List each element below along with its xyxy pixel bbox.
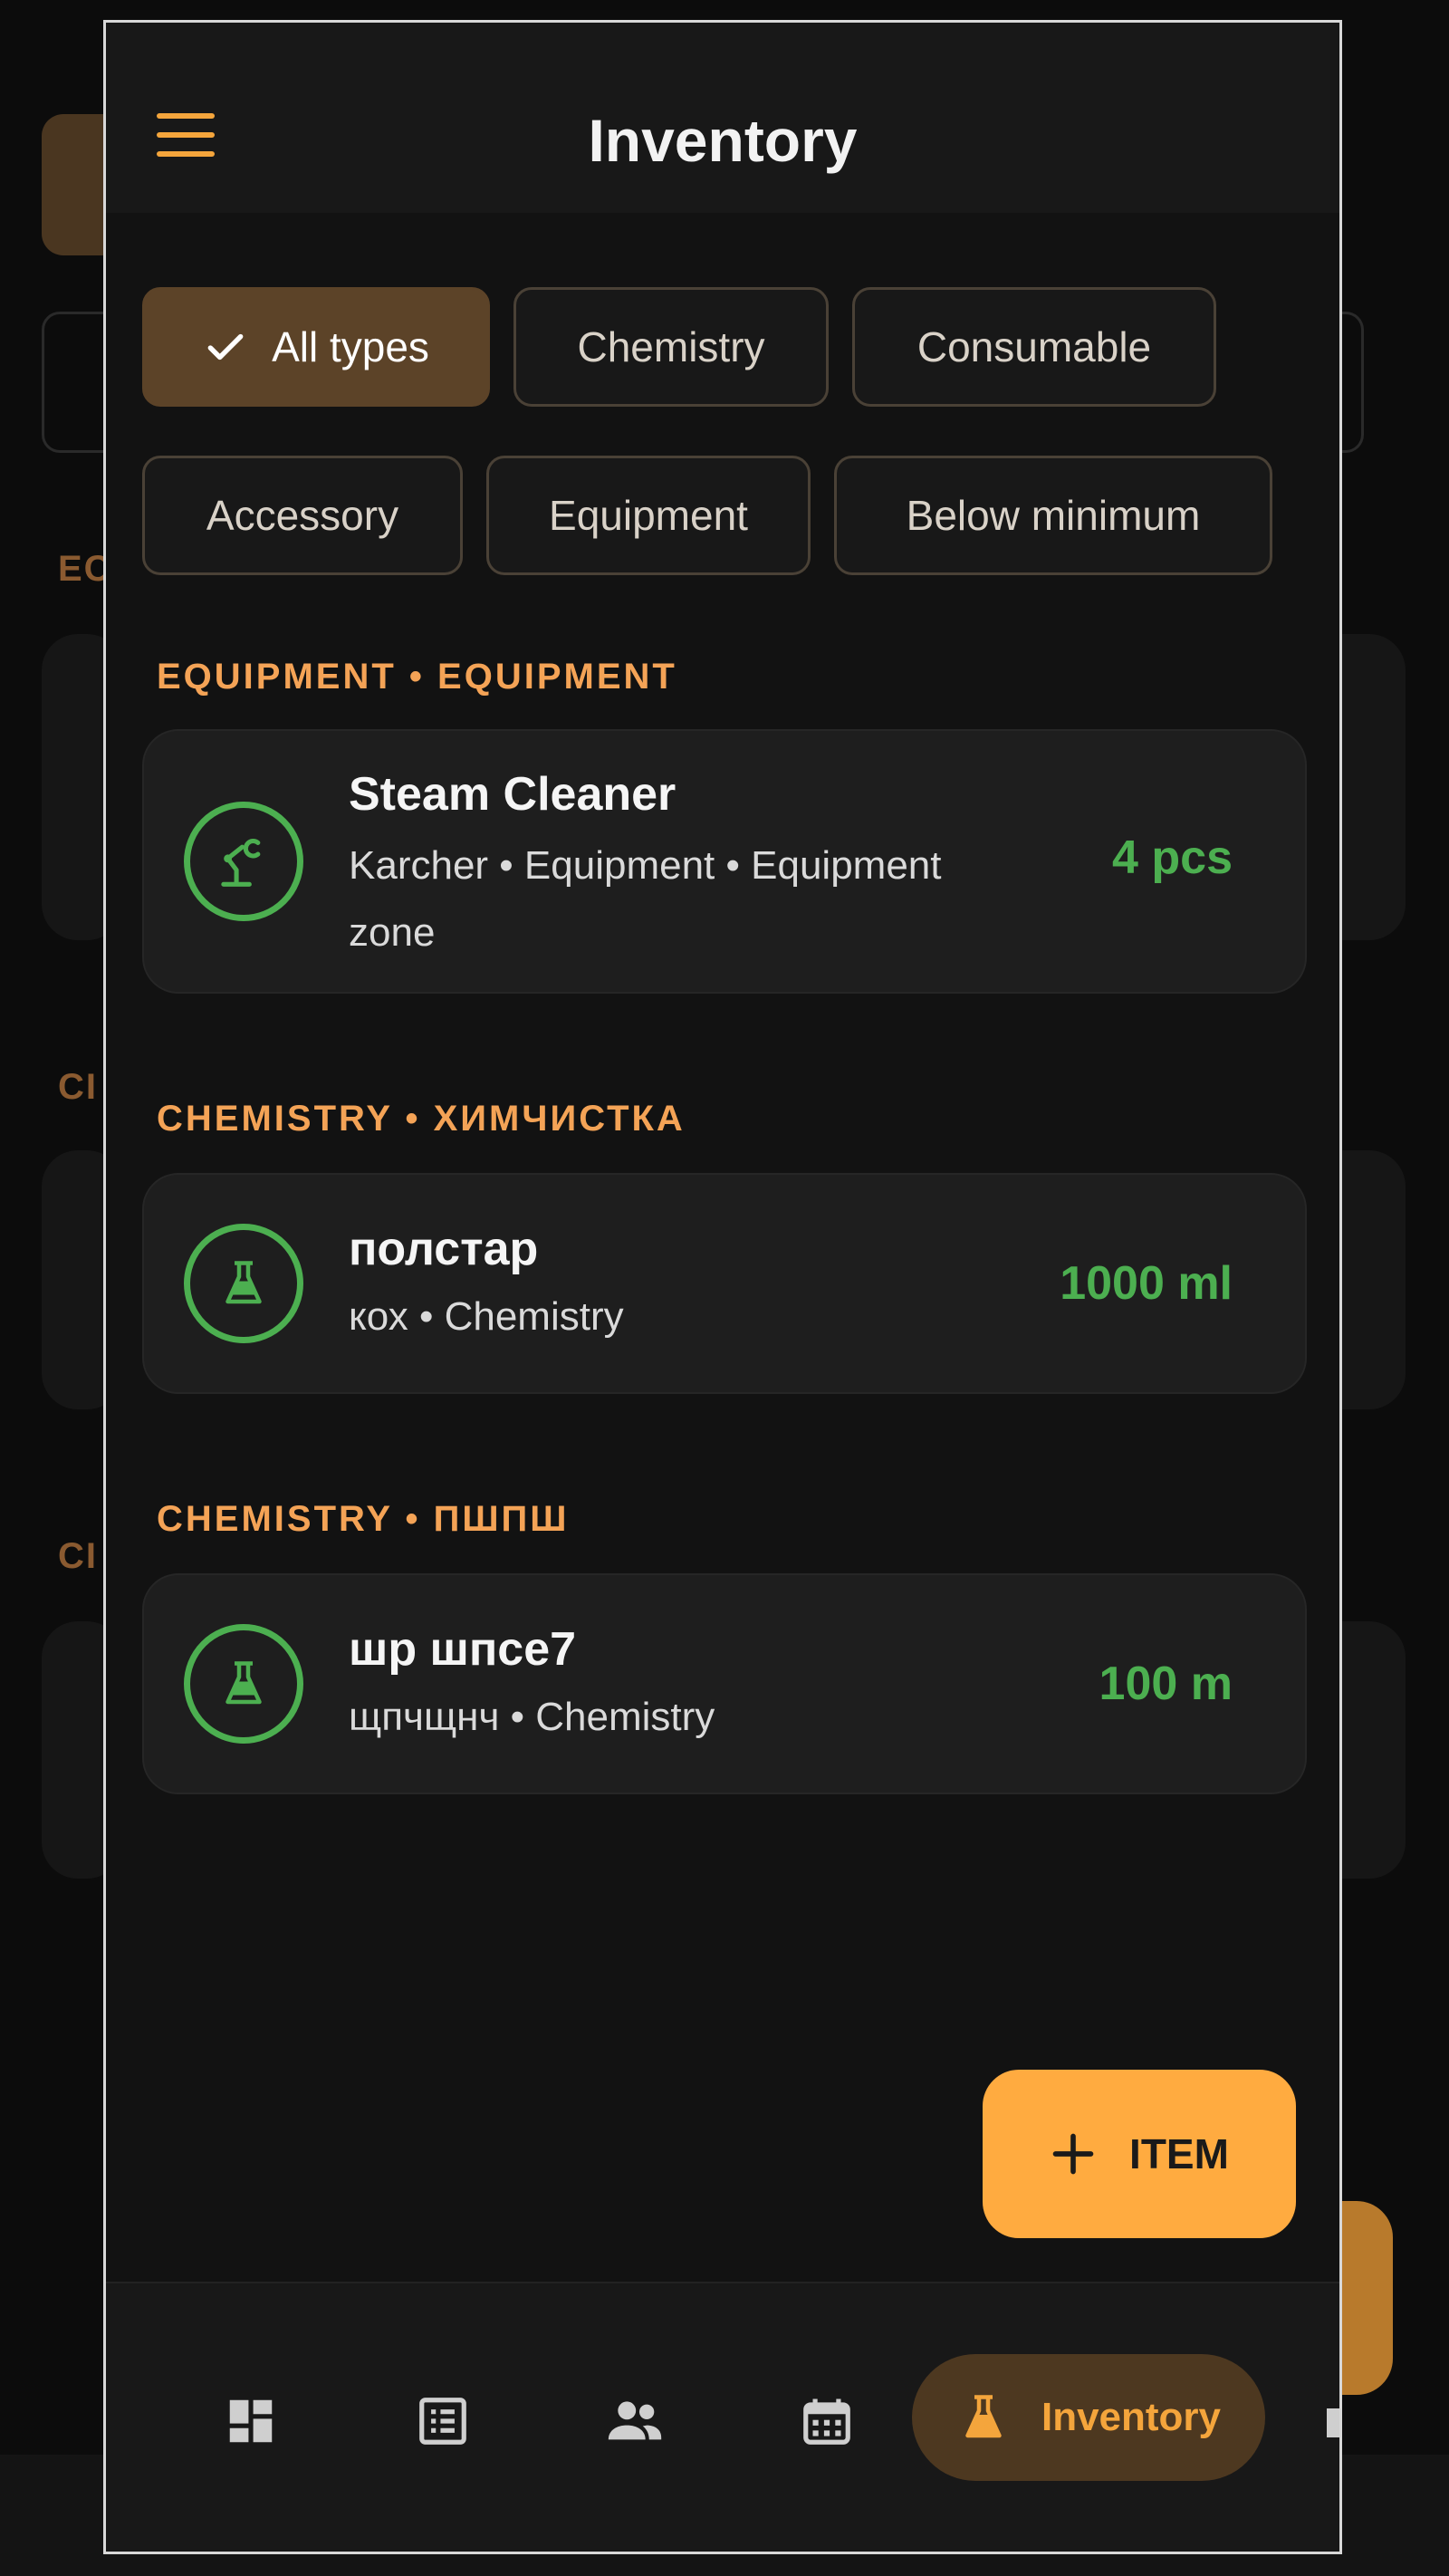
item-quantity: 100 m — [1099, 1658, 1233, 1710]
nav-inventory-label: Inventory — [1041, 2395, 1222, 2439]
filter-chip-chemistry[interactable]: Chemistry — [513, 287, 829, 407]
filter-chip-below-minimum[interactable]: Below minimum — [834, 456, 1272, 575]
item-subtitle: щпчщнч • Chemistry — [349, 1695, 715, 1739]
background-section-letter: CI — [58, 1067, 98, 1107]
nav-people[interactable] — [544, 2283, 725, 2552]
item-name: Steam Cleaner — [349, 768, 677, 821]
item-quantity: 1000 ml — [1060, 1257, 1233, 1310]
app-window: Inventory All types Chemistry Consumable… — [103, 20, 1342, 2554]
dashboard-icon — [229, 2399, 273, 2443]
item-subtitle: Karcher • Equipment • Equipment — [349, 843, 942, 888]
bottom-navigation: Inventory — [106, 2282, 1339, 2552]
flask-icon — [184, 1224, 303, 1343]
filter-chip-all-types[interactable]: All types — [142, 287, 490, 407]
calendar-icon — [803, 2398, 850, 2445]
check-icon — [207, 333, 244, 360]
filter-chip-label: Accessory — [206, 492, 399, 539]
inventory-item-card[interactable]: Steam Cleaner Karcher • Equipment • Equi… — [142, 729, 1307, 994]
filter-chip-equipment[interactable]: Equipment — [486, 456, 811, 575]
people-icon — [608, 2401, 662, 2440]
background-card-right — [1331, 1150, 1406, 1409]
flask-icon — [184, 1624, 303, 1744]
nav-dashboard[interactable] — [160, 2283, 341, 2552]
section-header: CHEMISTRY • ПШПШ — [157, 1499, 570, 1539]
page-title: Inventory — [588, 107, 858, 174]
item-name: шр шпсе7 — [349, 1623, 577, 1676]
background-section-letter: CI — [58, 1536, 98, 1576]
inventory-item-card[interactable]: шр шпсе7 щпчщнч • Chemistry 100 m — [142, 1573, 1307, 1794]
background-chip-outline-right — [1342, 312, 1364, 453]
robot-arm-icon — [184, 802, 303, 921]
section-header: CHEMISTRY • ХИМЧИСТКА — [157, 1099, 686, 1139]
add-item-label: ITEM — [1129, 2130, 1229, 2177]
filter-chip-accessory[interactable]: Accessory — [142, 456, 463, 575]
flask-glyph — [226, 1261, 262, 1304]
robot-arm-glyph — [221, 839, 261, 887]
filter-chip-consumable[interactable]: Consumable — [852, 287, 1216, 407]
filter-chip-label: Consumable — [916, 323, 1152, 370]
flask-icon — [965, 2395, 1002, 2438]
filter-chip-label: Chemistry — [577, 323, 765, 370]
flask-glyph — [226, 1661, 262, 1705]
section-header: EQUIPMENT • EQUIPMENT — [157, 657, 677, 697]
item-quantity: 4 pcs — [1112, 831, 1233, 884]
add-item-button[interactable]: ITEM — [983, 2070, 1296, 2238]
list-icon — [419, 2398, 466, 2445]
nav-inventory[interactable]: Inventory — [912, 2354, 1265, 2481]
nav-calendar[interactable] — [736, 2283, 917, 2552]
filter-chip-label: Equipment — [549, 492, 748, 539]
filter-chip-label: Below minimum — [906, 492, 1201, 539]
inventory-item-card[interactable]: полстар кох • Chemistry 1000 ml — [142, 1173, 1307, 1394]
background-card-right — [1331, 1621, 1406, 1879]
item-name: полстар — [349, 1223, 539, 1275]
app-bar: Inventory — [106, 23, 1339, 213]
background-card-right — [1331, 634, 1406, 940]
nav-list[interactable] — [352, 2283, 533, 2552]
nav-overflow-item[interactable] — [1327, 2408, 1339, 2437]
item-subtitle-continued: zone — [349, 910, 436, 955]
plus-icon — [1052, 2133, 1094, 2175]
filter-chip-label: All types — [272, 323, 429, 370]
item-subtitle: кох • Chemistry — [349, 1294, 624, 1339]
